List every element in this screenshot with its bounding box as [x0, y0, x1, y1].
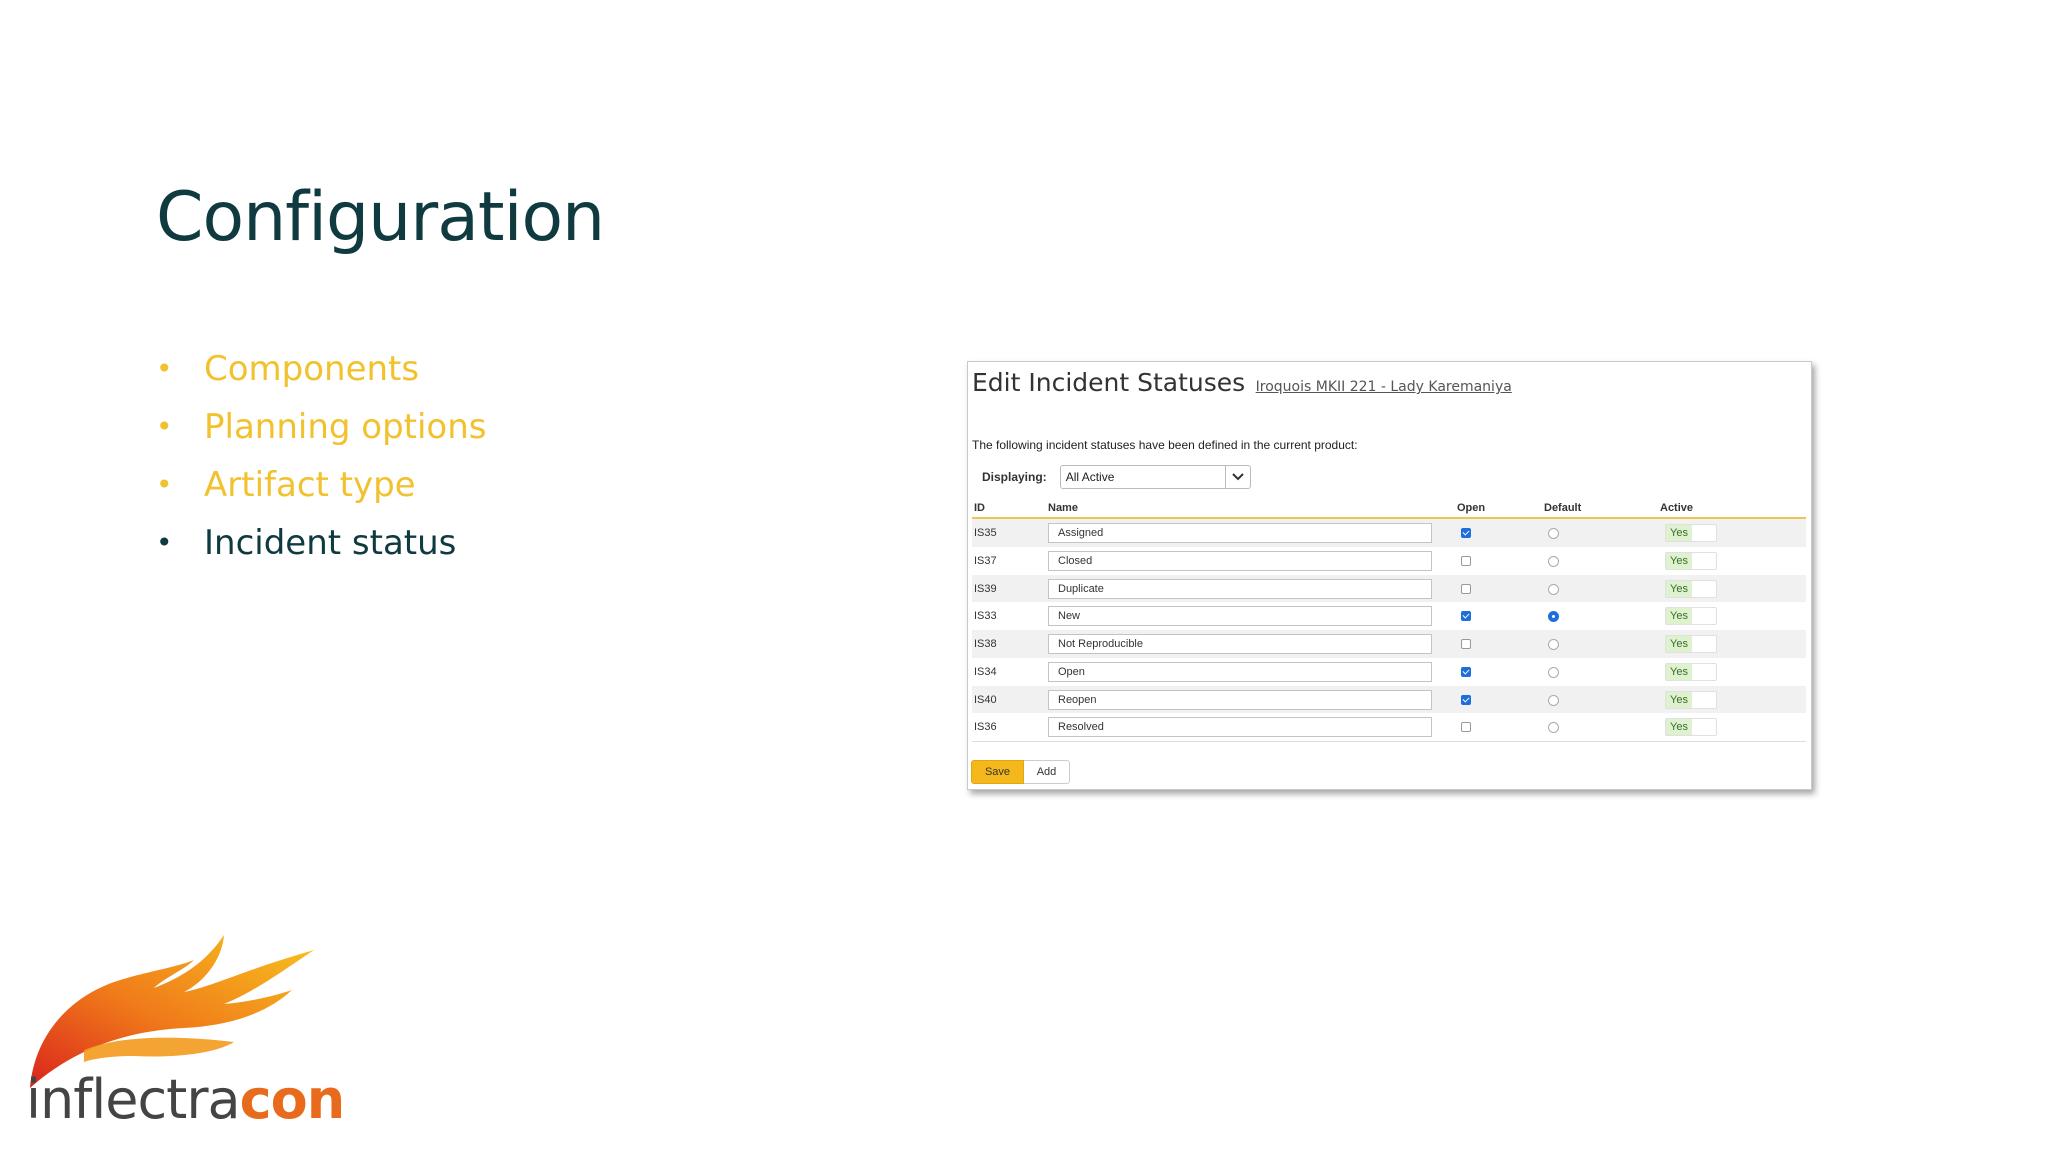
row-id: IS37 — [974, 554, 997, 567]
default-radio[interactable] — [1548, 528, 1559, 539]
bullet-dot-icon: • — [156, 352, 173, 385]
open-checkbox[interactable] — [1461, 611, 1471, 622]
table-header: ID Name Open Default Active — [972, 497, 1806, 519]
panel-description: The following incident statuses have bee… — [972, 438, 1358, 452]
name-input[interactable]: Open — [1048, 661, 1432, 682]
bullet-dot-icon: • — [156, 526, 173, 559]
table-row: IS37 Closed Yes — [972, 547, 1806, 575]
open-checkbox[interactable] — [1461, 639, 1471, 649]
bullet-dot-icon: • — [156, 468, 173, 501]
bullet-label: Incident status — [204, 523, 457, 563]
column-name: Name — [1048, 502, 1078, 514]
active-yes-label: Yes — [1666, 580, 1692, 597]
active-yes-label: Yes — [1666, 552, 1692, 569]
row-id: IS39 — [974, 582, 997, 595]
row-id: IS38 — [974, 638, 997, 650]
active-toggle[interactable]: Yes — [1665, 551, 1717, 570]
default-radio[interactable] — [1548, 611, 1559, 623]
table-divider — [972, 741, 1806, 742]
default-radio[interactable] — [1548, 722, 1559, 734]
displaying-filter: Displaying: All Active — [982, 465, 1251, 489]
name-input[interactable]: Closed — [1048, 550, 1432, 571]
displaying-label: Displaying: — [982, 470, 1047, 484]
default-radio[interactable] — [1548, 666, 1559, 678]
name-input[interactable]: Duplicate — [1048, 578, 1432, 599]
status-table: ID Name Open Default Active IS35 Assigned… — [972, 497, 1806, 742]
active-yes-label: Yes — [1666, 525, 1692, 541]
logo-wordmark: inflectracon — [26, 1068, 346, 1131]
table-row: IS33 New Yes — [972, 602, 1806, 630]
active-yes-label: Yes — [1666, 691, 1692, 708]
bullet-item-active: • Incident status — [156, 514, 487, 572]
row-id: IS35 — [974, 527, 997, 539]
name-input[interactable]: Not Reproducible — [1048, 634, 1432, 654]
table-row: IS35 Assigned Yes — [972, 519, 1806, 547]
open-checkbox[interactable] — [1461, 583, 1471, 594]
active-toggle[interactable]: Yes — [1665, 662, 1717, 681]
row-id: IS40 — [974, 693, 997, 706]
open-checkbox[interactable] — [1461, 666, 1471, 677]
open-checkbox[interactable] — [1461, 694, 1471, 705]
default-radio[interactable] — [1548, 583, 1559, 595]
bullet-item: • Artifact type — [156, 456, 487, 514]
chevron-down-icon[interactable] — [1224, 466, 1250, 488]
bullet-label: Components — [204, 349, 420, 389]
open-checkbox[interactable] — [1461, 722, 1471, 733]
row-id: IS33 — [974, 610, 997, 623]
action-buttons: Save Add — [971, 760, 1070, 784]
table-row: IS36 Resolved Yes — [972, 713, 1806, 741]
slide-title: Configuration — [156, 178, 605, 257]
active-toggle[interactable]: Yes — [1665, 579, 1717, 598]
name-input[interactable]: Reopen — [1048, 689, 1432, 710]
active-yes-label: Yes — [1666, 608, 1692, 625]
table-row: IS38 Not Reproducible Yes — [972, 630, 1806, 658]
table-row: IS39 Duplicate Yes — [972, 574, 1806, 603]
displaying-select[interactable]: All Active — [1059, 465, 1251, 489]
active-yes-label: Yes — [1666, 636, 1692, 652]
open-checkbox[interactable] — [1461, 528, 1471, 538]
add-button[interactable]: Add — [1024, 760, 1070, 784]
default-radio[interactable] — [1548, 555, 1559, 567]
bullet-item: • Components — [156, 340, 487, 398]
active-yes-label: Yes — [1666, 719, 1692, 736]
logo-text-light: inflectra — [26, 1068, 241, 1131]
slide: Configuration • Components • Planning op… — [0, 0, 2048, 1152]
bullet-label: Artifact type — [204, 465, 416, 505]
column-default: Default — [1544, 502, 1582, 514]
name-input[interactable]: New — [1048, 606, 1432, 627]
name-input[interactable]: Resolved — [1048, 717, 1432, 738]
default-radio[interactable] — [1548, 694, 1559, 706]
table-body: IS35 Assigned Yes IS37 Closed Yes IS39 Duplicat… — [972, 519, 1806, 741]
table-row: IS34 Open Yes — [972, 658, 1806, 686]
column-open: Open — [1457, 502, 1486, 514]
product-link[interactable]: Iroquois MKII 221 - Lady Karemaniya — [1256, 379, 1512, 395]
row-id: IS36 — [974, 721, 997, 734]
active-toggle[interactable]: Yes — [1665, 635, 1717, 653]
open-checkbox[interactable] — [1461, 555, 1471, 566]
table-row: IS40 Reopen Yes — [972, 685, 1806, 714]
bullet-label: Planning options — [204, 407, 487, 447]
incident-status-screenshot: Edit Incident Statuses Iroquois MKII 221… — [967, 361, 1812, 790]
active-toggle[interactable]: Yes — [1665, 524, 1717, 542]
name-input[interactable]: Assigned — [1048, 523, 1432, 543]
bullet-item: • Planning options — [156, 398, 487, 456]
active-toggle[interactable]: Yes — [1665, 718, 1717, 737]
column-active: Active — [1660, 502, 1694, 514]
active-toggle[interactable]: Yes — [1665, 690, 1717, 709]
active-yes-label: Yes — [1666, 663, 1692, 680]
column-id: ID — [974, 502, 985, 514]
active-toggle[interactable]: Yes — [1665, 607, 1717, 626]
bullet-list: • Components • Planning options • Artifa… — [156, 340, 487, 572]
save-button[interactable]: Save — [971, 760, 1024, 784]
panel-header: Edit Incident Statuses Iroquois MKII 221… — [972, 368, 1512, 397]
row-id: IS34 — [974, 665, 997, 678]
bullet-dot-icon: • — [156, 410, 173, 443]
logo-text-bold: con — [239, 1068, 346, 1131]
displaying-value: All Active — [1065, 470, 1115, 484]
default-radio[interactable] — [1548, 639, 1559, 650]
panel-title: Edit Incident Statuses — [972, 368, 1246, 397]
